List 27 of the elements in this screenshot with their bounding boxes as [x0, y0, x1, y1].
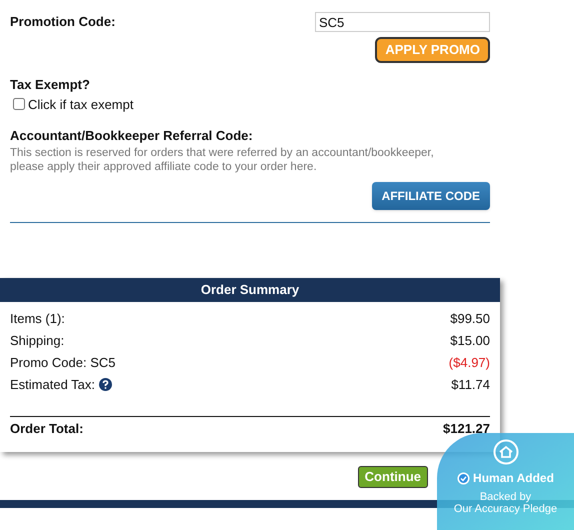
- help-icon[interactable]: [99, 378, 112, 391]
- badge-line: Our Accuracy Pledge: [454, 503, 558, 516]
- summary-value: $99.50: [450, 310, 490, 328]
- summary-label: Estimated Tax:: [10, 376, 96, 394]
- tax-exempt-label: Click if tax exempt: [28, 96, 134, 114]
- promotion-code-label: Promotion Code:: [10, 13, 116, 31]
- referral-description: This section is reserved for orders that were referred by an accountant/bookkeeper, please apply their approved affiliate code to your order here.: [10, 146, 435, 174]
- badge-line: Backed by: [480, 491, 532, 503]
- summary-value: $11.74: [451, 376, 490, 394]
- check-badge-icon: [457, 472, 470, 484]
- tax-exempt-checkbox[interactable]: [13, 98, 25, 110]
- tax-exempt-heading: Tax Exempt?: [10, 76, 91, 94]
- order-total-label: Order Total:: [10, 420, 84, 438]
- badge-title: Human Added: [473, 470, 554, 487]
- promotion-code-field[interactable]: SC5: [315, 12, 490, 32]
- continue-button[interactable]: Continue: [358, 466, 428, 488]
- order-summary-title: Order Summary: [0, 278, 500, 302]
- summary-label: Shipping:: [10, 332, 64, 350]
- referral-heading: Accountant/Bookkeeper Referral Code:: [10, 127, 254, 145]
- pledge-badge[interactable]: Human Added Backed by Our Accuracy Pledge: [437, 433, 574, 530]
- summary-label: Items (1):: [10, 310, 65, 328]
- home-icon: [492, 439, 518, 465]
- summary-label: Promo Code: SC5: [10, 354, 116, 372]
- summary-value: ($4.97): [448, 354, 490, 372]
- affiliate-code-button[interactable]: AFFILIATE CODE: [372, 182, 490, 210]
- summary-value: $15.00: [450, 332, 490, 350]
- apply-promo-button[interactable]: APPLY PROMO: [375, 37, 490, 63]
